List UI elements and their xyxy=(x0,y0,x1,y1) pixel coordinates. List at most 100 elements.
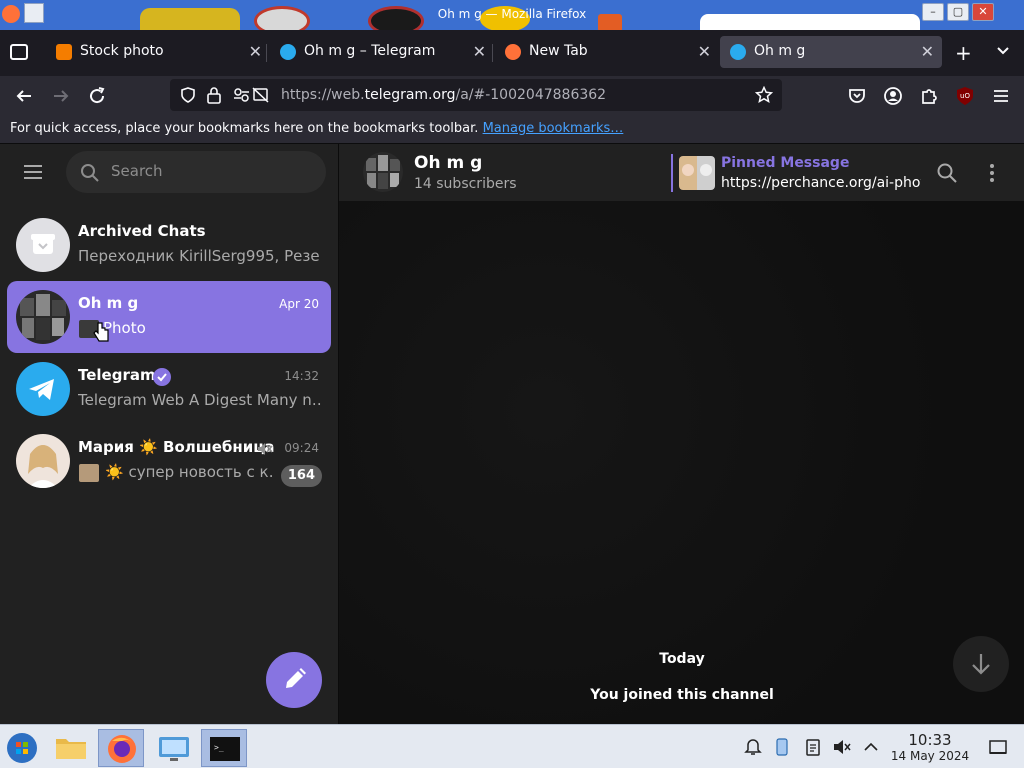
tab-telegram[interactable]: Oh m g – Telegram ✕ xyxy=(270,36,494,68)
tab-stock-photo[interactable]: Stock photo ✕ xyxy=(46,36,270,68)
telegram-plane-icon xyxy=(29,379,54,400)
device-notifier-icon[interactable] xyxy=(772,737,792,757)
chat-name: Archived Chats xyxy=(78,222,206,240)
verified-badge-icon xyxy=(152,367,172,387)
chat-item-telegram[interactable]: Telegram 14:32 Telegram Web A Digest Man… xyxy=(7,353,331,425)
tab-label: Stock photo xyxy=(80,43,164,59)
archive-avatar xyxy=(16,218,70,272)
close-tab-icon[interactable]: ✕ xyxy=(698,42,711,61)
more-options-icon[interactable] xyxy=(982,162,1002,184)
ublock-origin-icon[interactable]: uO xyxy=(953,84,977,108)
tray-expand-chevron-icon[interactable] xyxy=(861,737,881,757)
window-title-bar: Oh m g — Mozilla Firefox – ▢ ✕ xyxy=(0,0,1024,30)
tracking-protection-shield-icon[interactable] xyxy=(179,86,197,104)
scroll-to-bottom-button[interactable] xyxy=(953,636,1009,692)
terminal-taskbar-icon[interactable]: >_ xyxy=(201,729,247,767)
tab-label: Oh m g xyxy=(754,43,806,59)
chat-preview: Переходник KirillSerg995, Резе… xyxy=(78,247,321,265)
chat-time: 14:32 xyxy=(284,369,319,383)
channel-avatar xyxy=(16,290,70,344)
close-tab-icon[interactable]: ✕ xyxy=(921,42,934,61)
tab-separator xyxy=(266,44,267,62)
clock-time: 10:33 xyxy=(908,731,952,749)
telegram-icon xyxy=(730,44,746,60)
close-tab-icon[interactable]: ✕ xyxy=(249,42,262,61)
chat-preview: ☀️ супер новость с к… xyxy=(105,463,275,481)
reload-icon[interactable] xyxy=(85,84,109,108)
search-in-chat-icon[interactable] xyxy=(936,162,958,184)
tab-label: New Tab xyxy=(529,43,588,59)
tab-oh-m-g-active[interactable]: Oh m g ✕ xyxy=(720,36,942,68)
minimize-button[interactable]: – xyxy=(922,3,944,21)
forward-arrow-icon[interactable] xyxy=(49,84,73,108)
chat-item-archived[interactable]: Archived Chats Переходник KirillSerg995,… xyxy=(7,209,331,281)
new-message-button[interactable] xyxy=(266,652,322,708)
main-menu-icon[interactable] xyxy=(21,160,45,184)
tab-separator xyxy=(492,44,493,62)
close-tab-icon[interactable]: ✕ xyxy=(473,42,486,61)
hamburger-menu-icon[interactable] xyxy=(989,84,1013,108)
system-settings-icon[interactable] xyxy=(151,729,197,767)
firefox-view-icon[interactable] xyxy=(10,44,28,60)
chat-item-oh-m-g[interactable]: Oh m g Apr 20 Photo xyxy=(7,281,331,353)
chat-item-maria[interactable]: Мария ☀️ Волшебница 09:24 ☀️ супер новос… xyxy=(7,425,331,497)
blogger-icon xyxy=(56,44,72,60)
notifications-bell-icon[interactable] xyxy=(743,737,763,757)
search-input[interactable]: Search xyxy=(66,151,326,193)
bookmarks-toolbar: For quick access, place your bookmarks h… xyxy=(0,116,1024,144)
taskbar: >_ 10:33 14 May 2024 xyxy=(0,724,1024,768)
contact-avatar xyxy=(16,434,70,488)
telegram-icon xyxy=(280,44,296,60)
close-window-button[interactable]: ✕ xyxy=(972,3,994,21)
telegram-avatar xyxy=(16,362,70,416)
firefox-taskbar-icon[interactable] xyxy=(98,729,144,767)
pinned-message[interactable]: Pinned Message https://perchance.org/ai-… xyxy=(671,154,921,192)
chat-title: Oh m g xyxy=(414,153,483,173)
pinned-thumbnail xyxy=(679,156,715,190)
firefox-icon xyxy=(505,44,521,60)
clock[interactable]: 10:33 14 May 2024 xyxy=(890,731,970,763)
chat-header[interactable]: Oh m g 14 subscribers Pinned Message htt… xyxy=(339,144,1024,201)
pencil-icon xyxy=(286,668,306,688)
chat-list-sidebar: Search Archived Chats Переходник KirillS… xyxy=(0,144,338,724)
pinned-indicator-bar xyxy=(671,154,673,192)
manage-bookmarks-link[interactable]: Manage bookmarks… xyxy=(483,121,624,136)
account-icon[interactable] xyxy=(881,84,905,108)
clipboard-icon[interactable] xyxy=(803,737,823,757)
svg-text:>_: >_ xyxy=(214,743,224,752)
bookmarks-hint-text: For quick access, place your bookmarks h… xyxy=(10,121,479,136)
new-tab-plus-icon[interactable]: + xyxy=(955,41,972,65)
url-suffix: /a/#-1002047886362 xyxy=(455,87,607,103)
chat-preview: Telegram Web A Digest Many n… xyxy=(78,391,321,409)
video-thumbnail-icon xyxy=(79,464,99,482)
start-menu-icon[interactable] xyxy=(0,729,46,767)
pocket-icon[interactable] xyxy=(845,84,869,108)
address-bar[interactable]: https://web.telegram.org/a/#-10020478863… xyxy=(170,79,782,111)
chat-name: Telegram xyxy=(78,366,156,384)
back-arrow-icon[interactable] xyxy=(12,84,36,108)
list-all-tabs-chevron-icon[interactable] xyxy=(995,42,1011,58)
permissions-icon[interactable] xyxy=(233,87,269,103)
search-icon xyxy=(80,163,100,183)
window-title: Oh m g — Mozilla Firefox xyxy=(437,7,587,21)
extensions-puzzle-icon[interactable] xyxy=(917,84,941,108)
url-text[interactable]: https://web.telegram.org/a/#-10020478863… xyxy=(281,87,606,103)
tab-new-tab[interactable]: New Tab ✕ xyxy=(495,36,719,68)
chat-header-avatar[interactable] xyxy=(363,152,403,192)
bookmark-star-icon[interactable] xyxy=(755,86,773,104)
show-desktop-icon[interactable] xyxy=(988,737,1008,757)
search-placeholder: Search xyxy=(111,162,163,180)
tab-label: Oh m g – Telegram xyxy=(304,43,436,59)
pinned-title: Pinned Message xyxy=(721,155,850,171)
mouse-pointer-hand-icon xyxy=(93,321,111,343)
chat-background xyxy=(339,201,1024,724)
lock-icon[interactable] xyxy=(206,86,222,104)
svg-text:uO: uO xyxy=(960,92,970,100)
chat-name: Мария ☀️ Волшебница xyxy=(78,438,275,456)
clock-date: 14 May 2024 xyxy=(890,749,970,763)
chat-time: 09:24 xyxy=(284,441,319,455)
file-manager-icon[interactable] xyxy=(48,729,94,767)
archive-icon xyxy=(31,234,55,254)
volume-muted-icon[interactable] xyxy=(832,737,852,757)
maximize-button[interactable]: ▢ xyxy=(947,3,969,21)
